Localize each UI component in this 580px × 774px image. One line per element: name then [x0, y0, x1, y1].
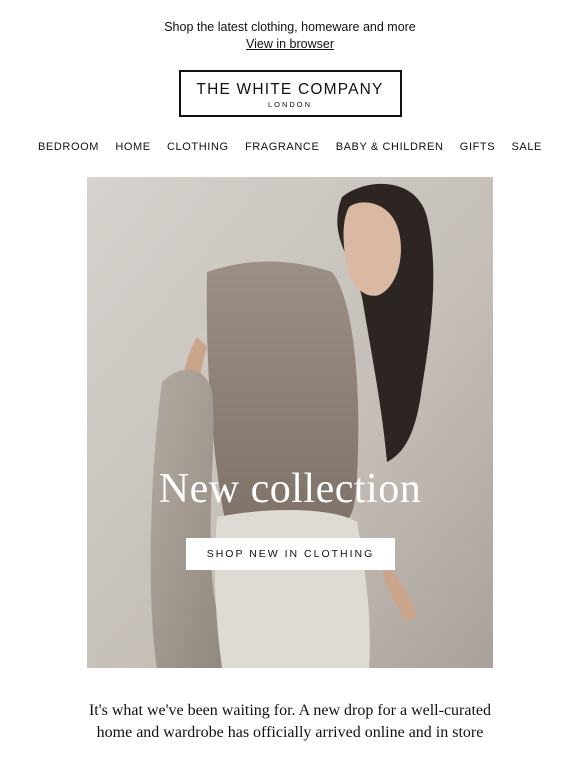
nav-item-clothing[interactable]: CLOTHING	[167, 141, 229, 153]
preheader-text: Shop the latest clothing, homeware and m…	[164, 20, 416, 34]
shop-new-in-clothing-button[interactable]: SHOP NEW IN CLOTHING	[186, 538, 395, 570]
logo-subtitle: LONDON	[267, 100, 313, 109]
hero-image	[87, 177, 493, 668]
hero-title: New collection	[158, 466, 422, 512]
intro-text: It's what we've been waiting for. A new …	[88, 702, 492, 741]
nav-item-home[interactable]: HOME	[115, 141, 150, 153]
nav-item-sale[interactable]: SALE	[511, 141, 542, 153]
main-nav: BEDROOM HOME CLOTHING FRAGRANCE BABY & C…	[38, 141, 542, 153]
view-in-browser-link[interactable]: View in browser	[246, 36, 334, 53]
preheader: Shop the latest clothing, homeware and m…	[0, 0, 580, 53]
nav-item-fragrance[interactable]: FRAGRANCE	[245, 141, 319, 153]
nav-item-bedroom[interactable]: BEDROOM	[38, 141, 99, 153]
hero-banner[interactable]: New collection SHOP NEW IN CLOTHING	[87, 177, 493, 668]
nav-item-baby-children[interactable]: BABY & CHILDREN	[336, 141, 444, 153]
nav-item-gifts[interactable]: GIFTS	[460, 141, 495, 153]
brand-logo[interactable]: THE WHITE COMPANY LONDON	[178, 70, 402, 117]
logo-wordmark: THE WHITE COMPANY	[196, 81, 384, 98]
